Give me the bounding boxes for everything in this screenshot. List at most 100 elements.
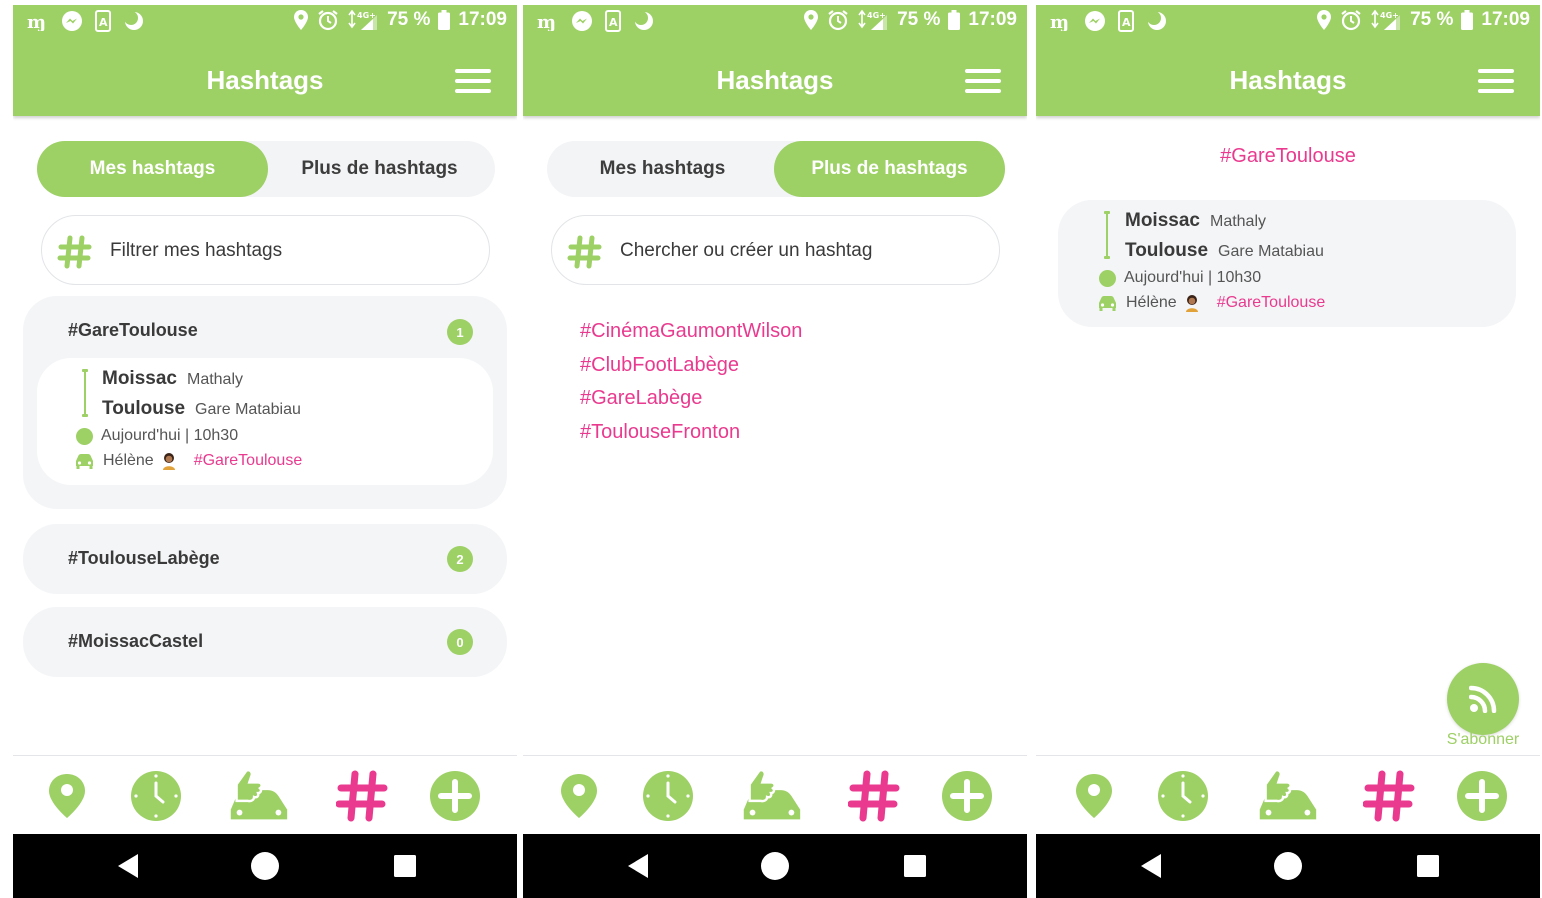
- group-hashtag: #MoissacCastel: [68, 631, 204, 651]
- nav-hashtag-icon[interactable]: [839, 766, 909, 826]
- page-title: Hashtags: [716, 65, 834, 95]
- recents-icon[interactable]: [895, 848, 935, 884]
- route-line: [1104, 211, 1110, 259]
- signal-4g-icon: 4G+: [1371, 9, 1401, 30]
- driver-name: Hélène: [103, 452, 154, 469]
- nav-clock-icon[interactable]: [121, 766, 191, 826]
- menu-icon[interactable]: [1478, 69, 1514, 95]
- menu-icon[interactable]: [455, 69, 491, 95]
- screen-more-hashtags: ɱ A 4G+ 75 % 17:09 Hashtags Mes hashtags…: [523, 5, 1027, 898]
- location-icon: [1317, 10, 1332, 30]
- ride-hashtag-link[interactable]: #GareToulouse: [1217, 294, 1326, 312]
- battery-icon: [1461, 10, 1474, 30]
- recents-icon[interactable]: [1408, 848, 1448, 884]
- from-place: Mathaly: [1209, 213, 1267, 230]
- back-icon[interactable]: [108, 848, 148, 884]
- messenger-icon: [572, 11, 592, 31]
- search-box: [551, 215, 1000, 285]
- nav-map-pin-icon[interactable]: [32, 766, 102, 826]
- nav-clock-icon[interactable]: [633, 766, 703, 826]
- car-icon: [1099, 296, 1116, 311]
- nav-hitchhike-car-icon[interactable]: [736, 766, 806, 826]
- signal-4g-icon: 4G+: [348, 9, 378, 30]
- hashtag-suggestion[interactable]: #CinémaGaumontWilson: [580, 317, 802, 351]
- hashtag-group[interactable]: #ToulouseLabège 2: [23, 524, 507, 594]
- app-a-icon: A: [605, 10, 621, 32]
- ride-hashtag-link[interactable]: #GareToulouse: [194, 452, 303, 470]
- nav-hashtag-icon[interactable]: [327, 766, 397, 826]
- ride-when: Aujourd'hui | 10h30: [101, 427, 239, 444]
- subscribe-label[interactable]: S'abonner: [1433, 731, 1533, 749]
- status-bar: ɱ A 4G+ 75 % 17:09: [523, 5, 1027, 39]
- recents-icon[interactable]: [385, 848, 425, 884]
- hashtag-heading[interactable]: #GareToulouse: [1036, 145, 1540, 168]
- hashtag-tabs: Mes hashtags Plus de hashtags: [547, 141, 1005, 197]
- clock-time: 17:09: [968, 9, 1017, 30]
- hashtag-suggestions: #CinémaGaumontWilson #ClubFootLabège #Ga…: [580, 317, 802, 451]
- nav-hitchhike-car-icon[interactable]: [223, 766, 293, 826]
- search-input[interactable]: [620, 236, 980, 266]
- ride-driver: Hélène #GareToulouse: [74, 452, 302, 470]
- nav-map-pin-icon[interactable]: [1059, 766, 1129, 826]
- filter-input[interactable]: [110, 236, 470, 266]
- back-icon[interactable]: [618, 848, 658, 884]
- home-icon[interactable]: [245, 848, 285, 884]
- from-city: Moissac: [1125, 210, 1200, 231]
- tab-my-hashtags[interactable]: Mes hashtags: [547, 141, 778, 197]
- group-hashtag: #ToulouseLabège: [68, 548, 220, 568]
- time-dot-icon: [1099, 269, 1116, 287]
- hashtag-tabs: Mes hashtags Plus de hashtags: [37, 141, 495, 197]
- driver-name: Hélène: [1126, 294, 1177, 311]
- back-icon[interactable]: [1131, 848, 1171, 884]
- clock-time: 17:09: [458, 9, 507, 30]
- time-dot-icon: [76, 427, 93, 445]
- app-bar: ɱ A 4G+ 75 % 17:09 Hashtags: [1036, 5, 1540, 116]
- tab-more-hashtags[interactable]: Plus de hashtags: [264, 141, 495, 197]
- svg-text:A: A: [609, 16, 618, 29]
- ride-card[interactable]: Moissac Mathaly Toulouse Gare Matabiau A…: [1058, 200, 1516, 327]
- ride-datetime: Aujourd'hui | 10h30: [76, 427, 238, 445]
- from-city: Moissac: [102, 368, 177, 389]
- subscribe-button[interactable]: [1447, 663, 1519, 735]
- screen-my-hashtags: ɱ A 4G+ 75 % 17:09 Hashtags Mes hashtags…: [13, 5, 517, 898]
- hashtag-suggestion[interactable]: #ClubFootLabège: [580, 351, 802, 385]
- battery-icon: [438, 10, 451, 30]
- ride-count-badge: 0: [447, 629, 473, 655]
- ride-card[interactable]: Moissac Mathaly Toulouse Gare Matabiau A…: [37, 358, 493, 485]
- hashtag-suggestion[interactable]: #GareLabège: [580, 384, 802, 418]
- battery-level: 75 %: [897, 9, 941, 30]
- location-icon: [294, 10, 309, 30]
- route-from: Moissac Mathaly: [102, 368, 243, 390]
- nav-map-pin-icon[interactable]: [544, 766, 614, 826]
- nav-plus-circle-icon[interactable]: [420, 766, 490, 826]
- home-icon[interactable]: [755, 848, 795, 884]
- screen-hashtag-detail: ɱ A 4G+ 75 % 17:09 Hashtags #GareToulous…: [1036, 5, 1540, 898]
- page-title: Hashtags: [206, 65, 324, 95]
- hashtag-group[interactable]: #GareToulouse 1 Moissac Mathaly Toulouse…: [23, 296, 507, 509]
- ride-count-badge: 1: [447, 319, 473, 345]
- bottom-nav: [523, 755, 1027, 834]
- nav-hitchhike-car-icon[interactable]: [1252, 766, 1322, 826]
- status-bar: ɱ A 4G+ 75 % 17:09: [1036, 5, 1540, 39]
- nav-hashtag-icon[interactable]: [1354, 766, 1424, 826]
- hashtag-group[interactable]: #MoissacCastel 0: [23, 607, 507, 677]
- tab-my-hashtags[interactable]: Mes hashtags: [37, 141, 268, 197]
- alarm-icon: [318, 10, 338, 31]
- system-nav: [1036, 834, 1540, 898]
- home-icon[interactable]: [1268, 848, 1308, 884]
- moon-icon: [124, 11, 143, 30]
- nav-plus-circle-icon[interactable]: [932, 766, 1002, 826]
- route-line: [82, 369, 88, 417]
- nav-clock-icon[interactable]: [1148, 766, 1218, 826]
- svg-text:4G+: 4G+: [867, 11, 886, 20]
- status-bar: ɱ A 4G+ 75 % 17:09: [13, 5, 517, 39]
- menu-icon[interactable]: [965, 69, 1001, 95]
- bottom-nav: [1036, 755, 1540, 834]
- system-nav: [13, 834, 517, 898]
- hashtag-icon: [57, 235, 92, 269]
- nav-plus-circle-icon[interactable]: [1447, 766, 1517, 826]
- group-hashtag: #GareToulouse: [68, 320, 198, 340]
- hashtag-suggestion[interactable]: #ToulouseFronton: [580, 418, 802, 452]
- svg-text:ɱ: ɱ: [1050, 12, 1069, 31]
- tab-more-hashtags[interactable]: Plus de hashtags: [774, 141, 1005, 197]
